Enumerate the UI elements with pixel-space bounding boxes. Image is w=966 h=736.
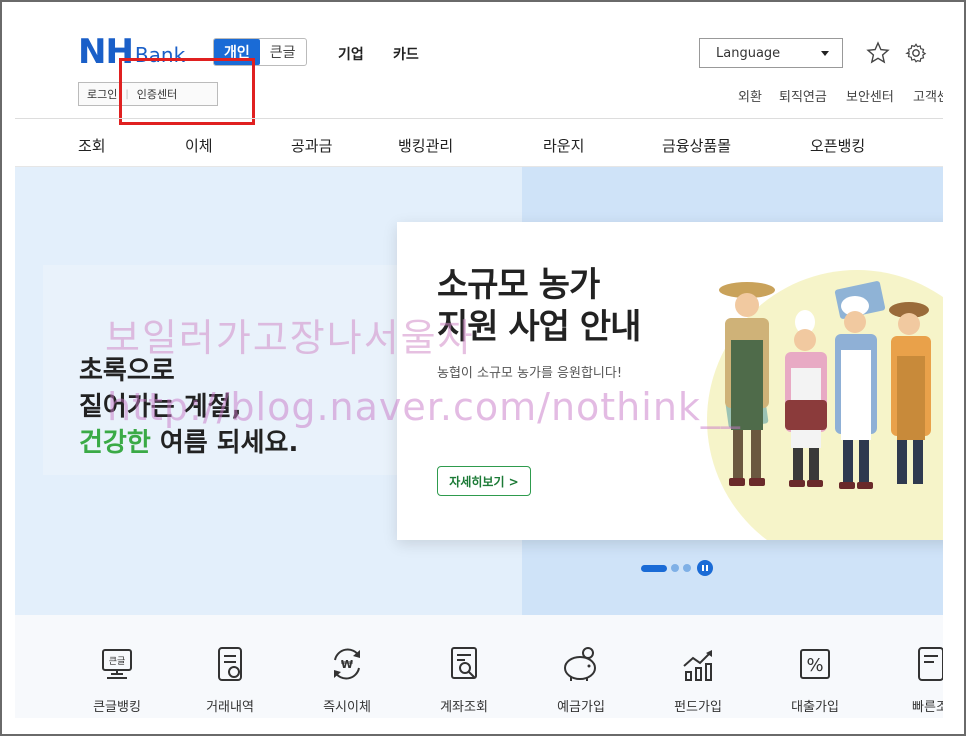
top-menu-business[interactable]: 기업 <box>338 44 364 64</box>
quick-largefont-banking[interactable]: 큰글 큰글뱅킹 <box>72 642 162 715</box>
quick-document-icon <box>908 642 943 686</box>
gnb-divider-top <box>15 118 943 119</box>
gnb-lounge[interactable]: 라운지 <box>543 135 584 156</box>
gnb-transfer[interactable]: 이체 <box>185 135 213 156</box>
gnb-banking-management[interactable]: 뱅킹관리 <box>398 135 453 156</box>
quick-label: 대출가입 <box>791 700 839 715</box>
promo-banner-card[interactable]: 소규모 농가 지원 사업 안내 농협이 소규모 농가를 응원합니다! 자세히보기… <box>397 222 943 540</box>
pause-icon[interactable] <box>697 560 713 576</box>
growth-chart-icon <box>676 642 720 686</box>
quick-deposit-signup[interactable]: 예금가입 <box>536 642 626 715</box>
carousel-dot-active[interactable] <box>641 564 667 572</box>
carousel-dot[interactable] <box>683 564 691 572</box>
quick-loan-signup[interactable]: % 대출가입 <box>770 642 860 715</box>
banner-detail-button[interactable]: 자세히보기 > <box>437 466 531 496</box>
quick-label: 계좌조회 <box>440 700 488 715</box>
quick-instant-transfer[interactable]: ₩ 즉시이체 <box>302 642 392 715</box>
quick-fast-inquiry[interactable]: 빠른조 <box>885 642 943 715</box>
document-search-icon <box>442 642 486 686</box>
quick-label: 펀드가입 <box>674 700 722 715</box>
quick-label: 큰글뱅킹 <box>93 700 141 715</box>
slogan-line-3-rest: 여름 되세요. <box>150 428 299 458</box>
quick-transaction-history[interactable]: 거래내역 <box>185 642 275 715</box>
language-label: Language <box>716 45 781 61</box>
gnb-open-banking[interactable]: 오픈뱅킹 <box>810 135 865 156</box>
dropdown-arrow-icon <box>820 46 830 61</box>
quick-fund-signup[interactable]: 펀드가입 <box>653 642 743 715</box>
top-menu-card[interactable]: 카드 <box>393 44 419 64</box>
carousel-indicators <box>641 560 713 576</box>
largefont-monitor-icon: 큰글 <box>95 642 139 686</box>
screenshot-frame: NH Bank 개인 큰글 기업 카드 로그인 | 인증센터 Language … <box>0 0 966 736</box>
util-link-customer[interactable]: 고객센 <box>913 86 943 105</box>
highlight-annotation-box <box>119 58 255 125</box>
blog-watermark-korean: 보일러가고장나서울자 <box>105 316 475 360</box>
quick-label: 예금가입 <box>557 700 605 715</box>
quick-label: 빠른조 <box>912 700 943 715</box>
percent-icon: % <box>793 642 837 686</box>
hero-section: 초록으로 짙어가는 계절, 건강한 여름 되세요. 소규모 농가 지원 사업 안… <box>15 167 943 615</box>
quick-label: 거래내역 <box>206 700 254 715</box>
util-link-fx[interactable]: 외환 <box>738 86 762 105</box>
star-icon[interactable] <box>865 40 891 66</box>
gnb-financial-mall[interactable]: 금융상품몰 <box>662 135 731 156</box>
svg-text:₩: ₩ <box>341 658 353 671</box>
gear-icon[interactable] <box>903 40 929 66</box>
svg-text:%: % <box>806 655 823 676</box>
quick-label: 즉시이체 <box>323 700 371 715</box>
banner-subtitle: 농협이 소규모 농가를 응원합니다! <box>437 366 623 381</box>
util-link-pension[interactable]: 퇴직연금 <box>779 86 827 105</box>
util-link-security[interactable]: 보안센터 <box>846 86 894 105</box>
piggy-bank-icon <box>559 642 603 686</box>
receipt-icon <box>208 642 252 686</box>
blog-watermark-url: http://blog.naver.com/nothink__ <box>107 385 741 429</box>
quick-account-inquiry[interactable]: 계좌조회 <box>419 642 509 715</box>
svg-text:큰글: 큰글 <box>109 656 126 667</box>
carousel-dot[interactable] <box>671 564 679 572</box>
gnb-inquiry[interactable]: 조회 <box>78 135 106 156</box>
nh-bank-page: NH Bank 개인 큰글 기업 카드 로그인 | 인증센터 Language … <box>15 18 943 718</box>
gnb-utility-bills[interactable]: 공과금 <box>291 135 332 156</box>
slogan-green-word: 건강한 <box>79 428 151 458</box>
mode-largefont-button[interactable]: 큰글 <box>260 39 306 65</box>
transfer-won-icon: ₩ <box>325 642 369 686</box>
banner-title-line-1: 소규모 농가 <box>437 265 600 305</box>
slogan-line-3: 건강한 여름 되세요. <box>79 425 298 461</box>
language-select[interactable]: Language <box>699 38 843 68</box>
